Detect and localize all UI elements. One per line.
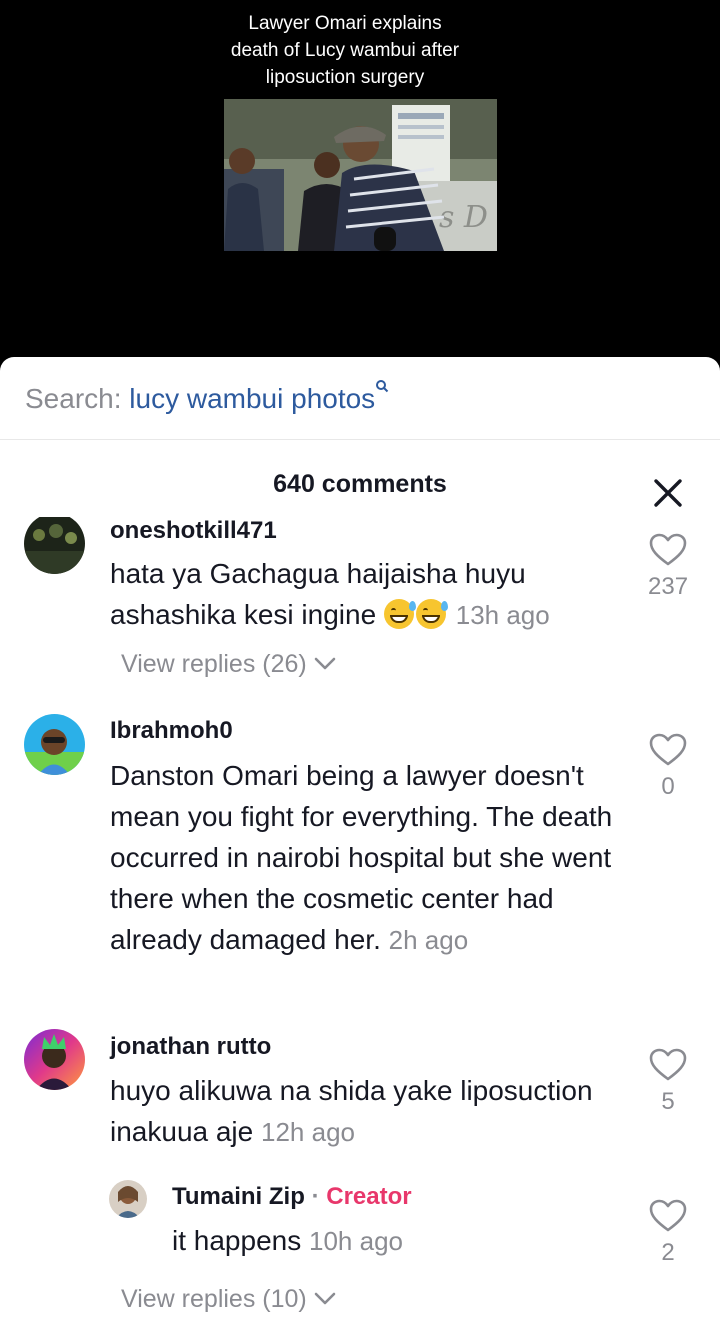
search-label: Search:: [25, 383, 122, 414]
comment-body: Danston Omari being a lawyer doesn't mea…: [110, 760, 613, 955]
separator-dot: ·: [311, 1183, 320, 1210]
comment-username[interactable]: oneshotkill471: [110, 517, 277, 541]
reply-header: Tumaini Zip · Creator: [172, 1183, 412, 1211]
like-button[interactable]: 2: [648, 1199, 688, 1267]
comment-username[interactable]: Ibrahmoh0: [110, 717, 233, 745]
creator-badge: Creator: [326, 1183, 412, 1210]
heart-icon: [649, 733, 687, 766]
view-replies-label: View replies (26): [121, 650, 307, 678]
avatar-image: [24, 714, 85, 775]
avatar[interactable]: [24, 1029, 85, 1090]
chevron-down-icon: [314, 657, 335, 670]
comment-text: Danston Omari being a lawyer doesn't mea…: [110, 755, 620, 961]
heart-icon: [649, 1199, 687, 1232]
like-count: 0: [661, 773, 675, 800]
comments-count-title: 640 comments: [273, 470, 447, 498]
video-caption: Lawyer Omari explains death of Lucy wamb…: [230, 13, 460, 88]
comment-timestamp: 12h ago: [261, 1117, 355, 1147]
avatar[interactable]: [109, 1180, 147, 1218]
avatar-image: [24, 1029, 85, 1090]
grinning-sweat-emoji: [383, 599, 416, 629]
search-icon: [375, 379, 389, 398]
chevron-down-icon: [314, 1292, 335, 1305]
view-replies-button[interactable]: View replies (26): [121, 650, 336, 679]
reply-body: it happens: [172, 1225, 302, 1256]
video-frame-image: s D: [224, 99, 497, 251]
search-suggestion-bar[interactable]: Search: lucy wambui photos: [0, 357, 720, 440]
comment-text: hata ya Gachagua haijaisha huyu ashashik…: [110, 553, 620, 636]
sign-lettering: s D: [439, 200, 488, 235]
avatar-image: [109, 1180, 147, 1218]
reply-text: it happens 10h ago: [172, 1220, 612, 1262]
avatar[interactable]: [24, 517, 85, 574]
video-frame[interactable]: s D: [224, 99, 497, 251]
comment-username[interactable]: jonathan rutto: [110, 1033, 271, 1061]
like-count: 5: [661, 1088, 675, 1115]
grinning-sweat-emoji: [415, 599, 448, 629]
video-player[interactable]: Lawyer Omari explains death of Lucy wamb…: [0, 0, 720, 360]
view-replies-label: View replies (10): [121, 1285, 307, 1313]
comment-timestamp: 13h ago: [455, 600, 550, 630]
comment-timestamp: 2h ago: [388, 925, 469, 955]
comments-list[interactable]: oneshotkill471 hata ya Gachagua haijaish…: [0, 517, 720, 1333]
heart-icon: [649, 533, 687, 566]
like-button[interactable]: 237: [648, 533, 688, 601]
reply-timestamp: 10h ago: [309, 1226, 403, 1256]
view-replies-button[interactable]: View replies (10): [121, 1285, 336, 1314]
like-button[interactable]: 0: [648, 733, 688, 801]
avatar[interactable]: [24, 714, 85, 775]
reply-username[interactable]: Tumaini Zip: [172, 1183, 305, 1210]
comments-sheet: Search: lucy wambui photos 640 comments …: [0, 357, 720, 1333]
like-count: 237: [648, 573, 689, 600]
search-query[interactable]: lucy wambui photos: [129, 383, 375, 414]
close-icon[interactable]: [650, 475, 686, 511]
comment-text: huyo alikuwa na shida yake liposuction i…: [110, 1070, 620, 1153]
heart-icon: [649, 1048, 687, 1081]
search-suggestion[interactable]: Search: lucy wambui photos: [25, 380, 389, 415]
like-button[interactable]: 5: [648, 1048, 688, 1116]
like-count: 2: [661, 1239, 675, 1266]
avatar-image: [24, 517, 85, 574]
